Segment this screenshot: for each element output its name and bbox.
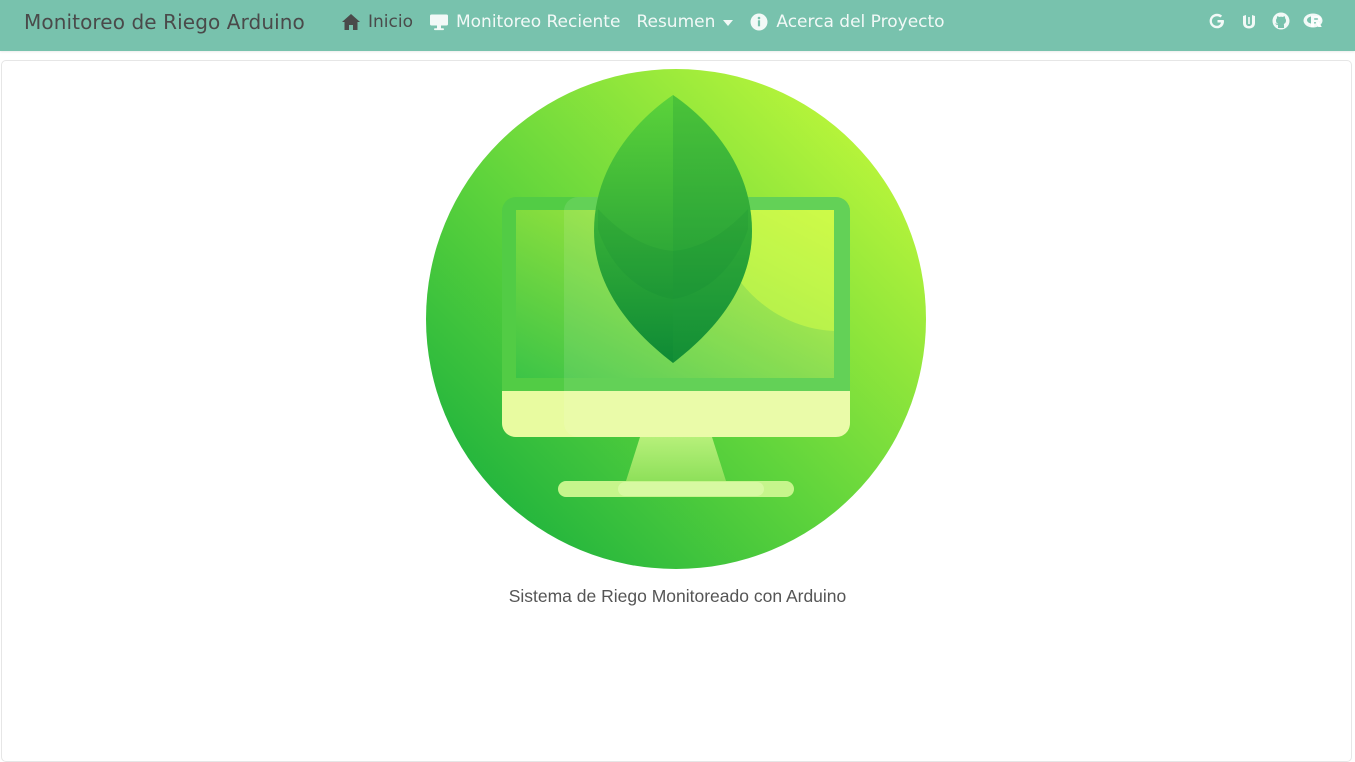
r-project-icon[interactable] — [1303, 11, 1323, 31]
desktop-icon — [429, 13, 449, 31]
nav-item-resumen-dropdown[interactable]: Resumen — [636, 12, 734, 32]
nav-item-label: Acerca del Proyecto — [776, 12, 945, 32]
nav-menu: Inicio Monitoreo Reciente Resumen Acerca… — [341, 0, 961, 44]
social-links — [1195, 11, 1323, 31]
caret-down-icon — [723, 20, 734, 26]
hero-caption: Sistema de Riego Monitoreado con Arduino — [508, 586, 847, 606]
monitor-leaf-logo — [426, 69, 926, 569]
nav-item-label: Monitoreo Reciente — [455, 12, 621, 32]
nav-item-acerca[interactable]: Acerca del Proyecto — [749, 12, 945, 32]
unity-icon[interactable] — [1239, 11, 1259, 31]
brand-title[interactable]: Monitoreo de Riego Arduino — [24, 10, 305, 34]
google-icon[interactable] — [1207, 11, 1227, 31]
nav-item-inicio[interactable]: Inicio — [341, 12, 413, 32]
info-circle-icon — [749, 13, 769, 31]
nav-item-monitoreo-reciente[interactable]: Monitoreo Reciente — [429, 12, 620, 32]
navbar: Monitoreo de Riego Arduino Inicio Monito… — [0, 0, 1355, 51]
github-icon[interactable] — [1271, 11, 1291, 31]
nav-item-label: Inicio — [368, 12, 413, 32]
home-icon — [341, 13, 361, 31]
nav-item-label: Resumen — [636, 12, 716, 32]
